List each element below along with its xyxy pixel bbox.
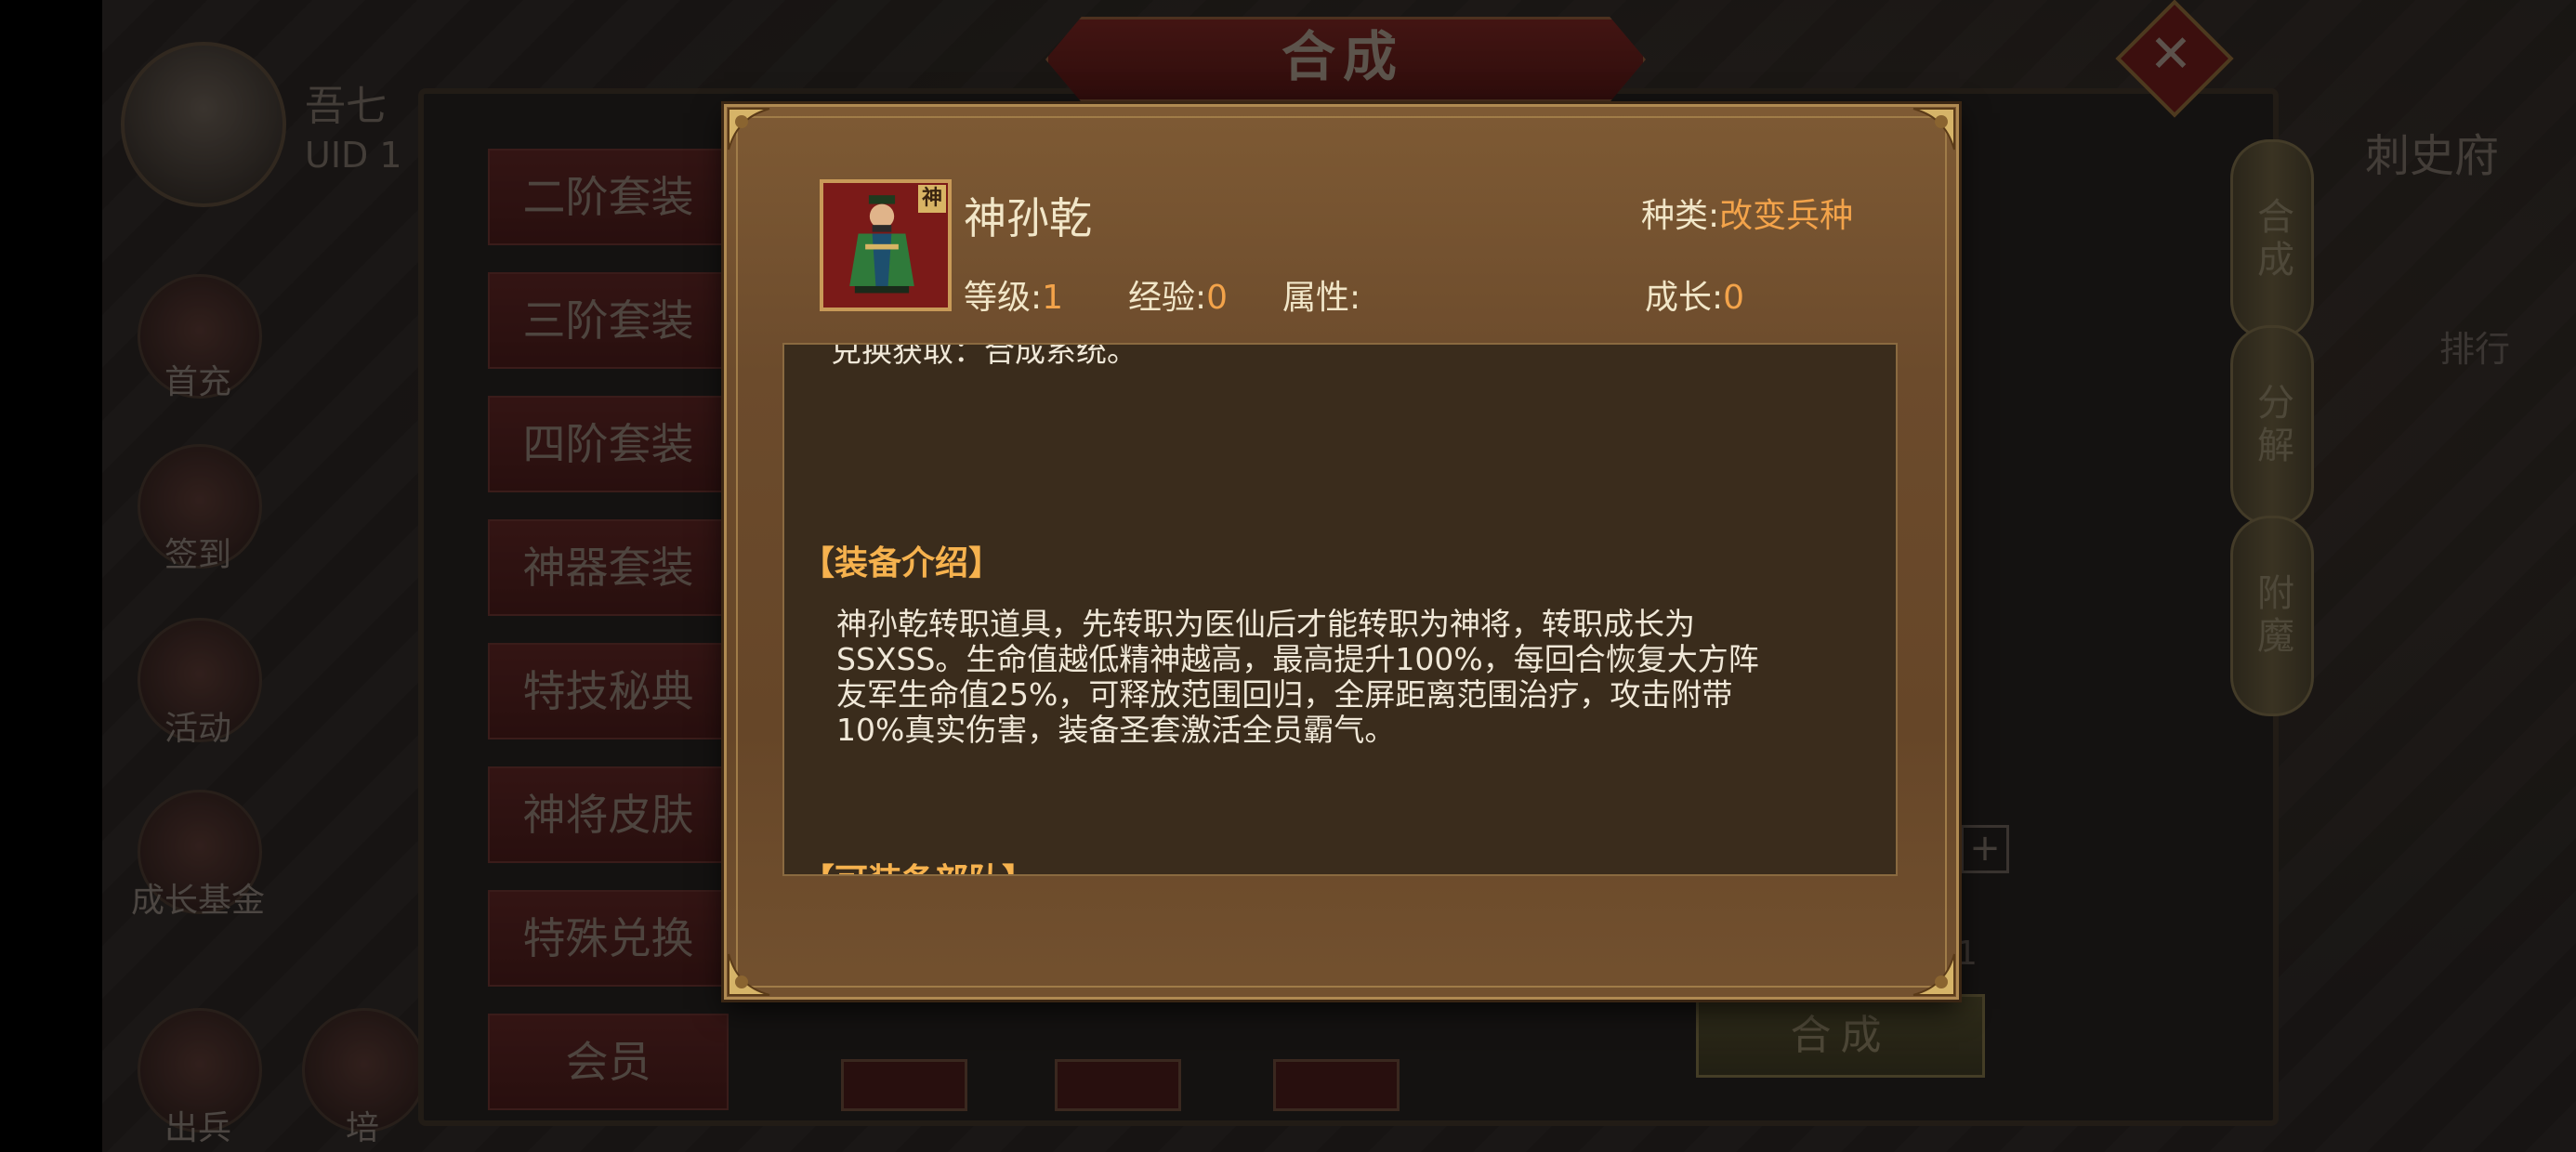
intro-line: 友军生命值25%，可释放范围回归，全屏距离范围治疗，攻击附带 xyxy=(836,676,1733,713)
growth-field: 成长:0 xyxy=(1645,270,1744,319)
intro-line: 10%真实伤害，装备圣套激活全员霸气。 xyxy=(836,712,1396,748)
item-portrait: 神 xyxy=(820,179,952,311)
obtain-text: 兑换获取：合成系统。 xyxy=(831,343,1137,369)
type-value: 改变兵种 xyxy=(1719,197,1854,235)
divine-badge: 神 xyxy=(918,185,946,213)
growth-value: 0 xyxy=(1723,279,1745,317)
level-label: 等级: xyxy=(964,279,1043,317)
intro-heading: 【装备介绍】 xyxy=(801,544,1003,583)
attribute-field: 属性: xyxy=(1282,270,1360,319)
attribute-label: 属性: xyxy=(1282,279,1361,317)
equip-units-heading: 【可装备部队】 xyxy=(801,854,1035,874)
level-value: 1 xyxy=(1042,279,1064,317)
exp-value: 0 xyxy=(1206,279,1229,317)
left-black-bar xyxy=(0,0,102,1152)
type-label: 种类: xyxy=(1641,197,1720,235)
description-scroll-area[interactable]: 兑换获取：合成系统。 【装备介绍】 神孙乾转职道具，先转职为医仙后才能转职为神将… xyxy=(782,343,1898,876)
exp-label: 经验: xyxy=(1128,279,1207,317)
level-field: 等级:1 xyxy=(964,270,1063,319)
corner-ornament-icon xyxy=(723,939,784,1001)
item-name: 神孙乾 xyxy=(964,193,1092,243)
corner-ornament-icon xyxy=(1899,103,1960,164)
corner-ornament-icon xyxy=(723,103,784,164)
item-detail-dialog: 神 神孙乾 种类:改变兵种 等级:1 经验:0 属性: 成长:0 兑换获取：合成… xyxy=(724,104,1959,1000)
corner-ornament-icon xyxy=(1899,939,1960,1001)
type-field: 种类:改变兵种 xyxy=(1641,189,1853,237)
growth-label: 成长: xyxy=(1645,279,1724,317)
exp-field: 经验:0 xyxy=(1128,270,1228,319)
intro-line: 神孙乾转职道具，先转职为医仙后才能转职为神将，转职成长为 xyxy=(836,606,1695,642)
intro-line: SSXSS。生命值越低精神越高，最高提升100%，每回合恢复大方阵 xyxy=(836,641,1759,677)
